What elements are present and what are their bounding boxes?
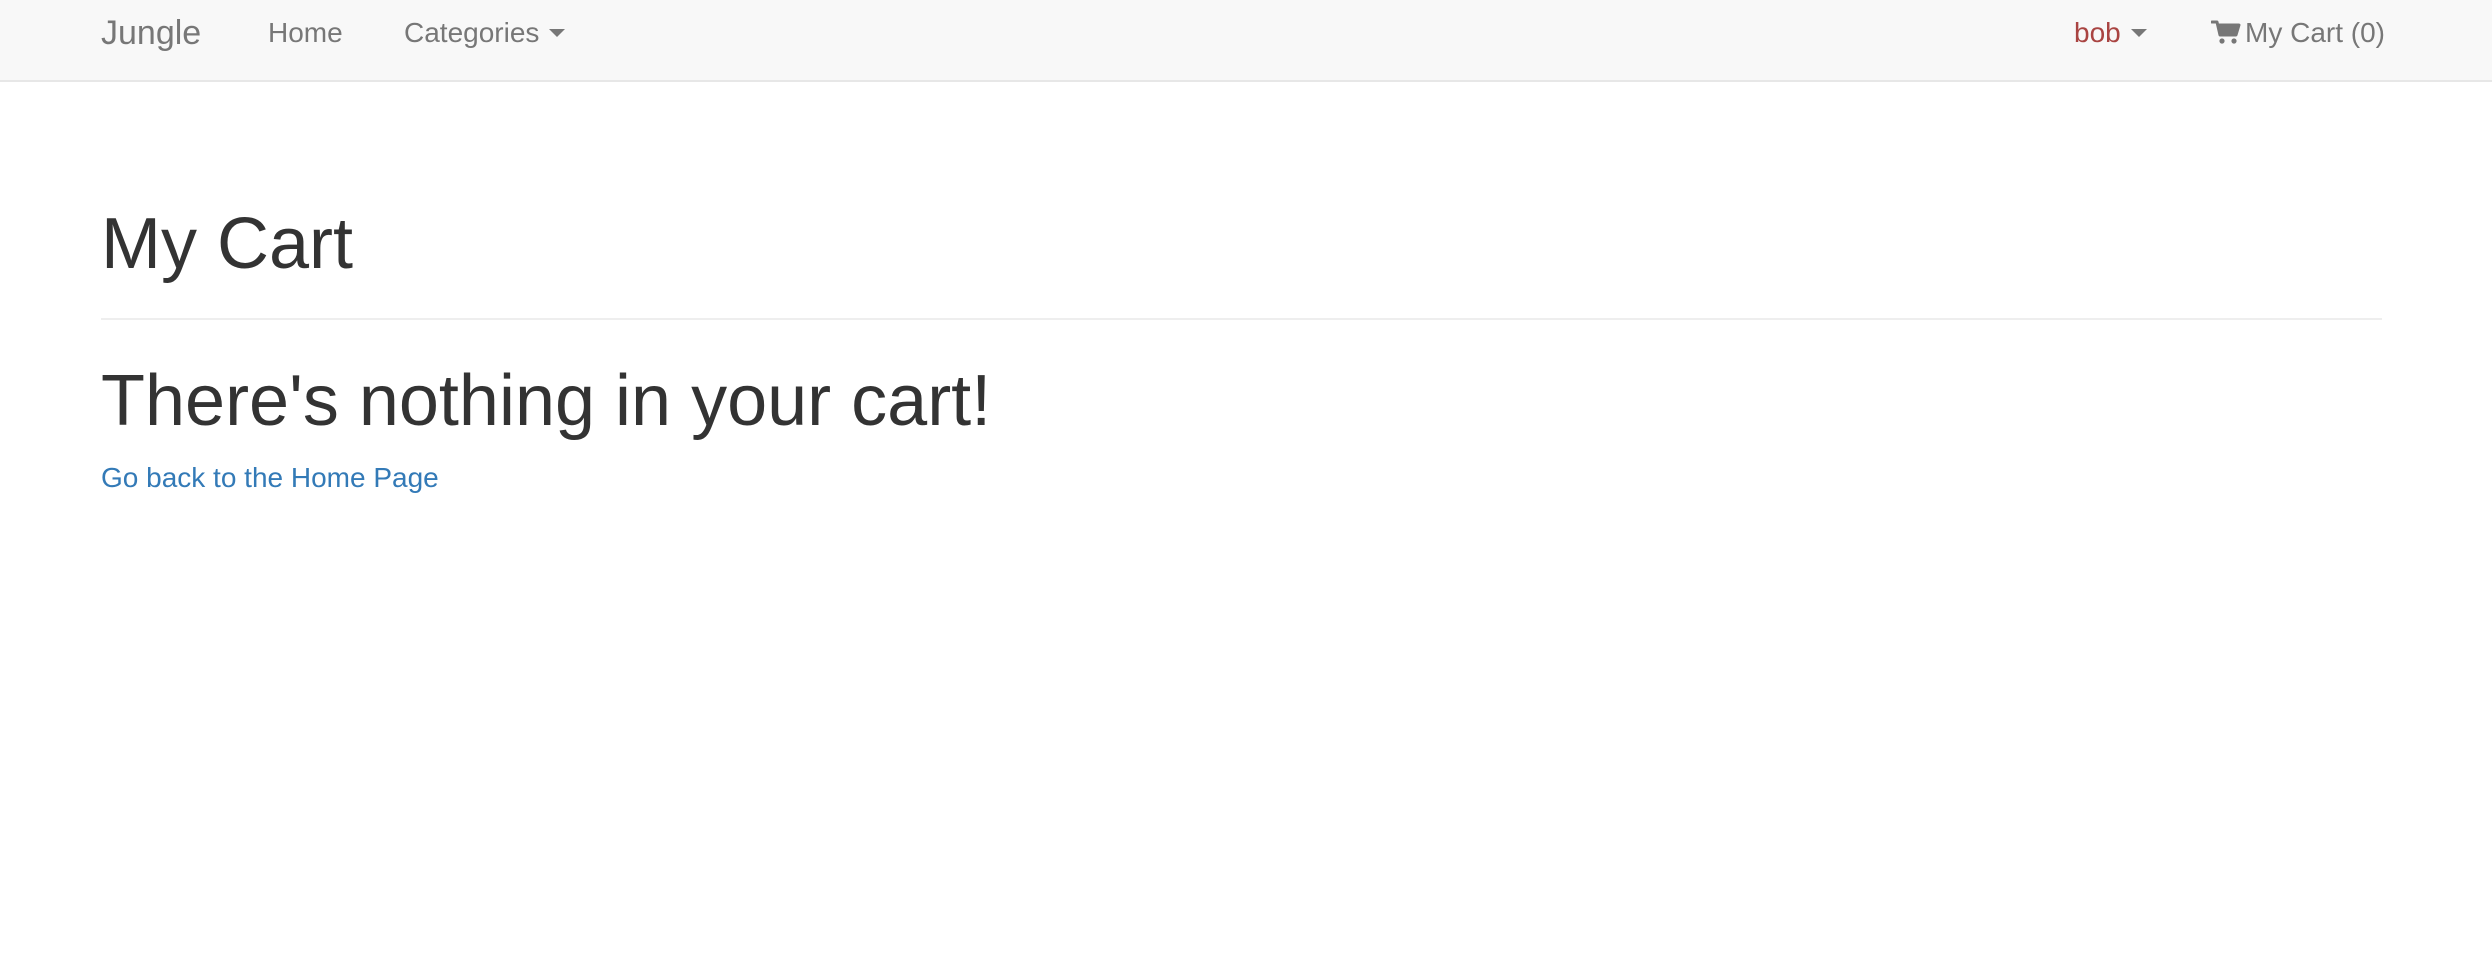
page-title: My Cart <box>101 204 353 284</box>
caret-down-icon <box>549 28 566 37</box>
user-name-label: bob <box>2074 17 2121 48</box>
empty-cart-message: There's nothing in your cart! <box>101 361 992 441</box>
back-to-home-link[interactable]: Go back to the Home Page <box>101 458 439 498</box>
navbar: Jungle Home Categories bob My Cart (0) <box>0 0 2492 82</box>
brand-link[interactable]: Jungle <box>101 0 201 66</box>
nav-categories-dropdown[interactable]: Categories <box>404 0 566 66</box>
title-divider <box>101 318 2382 320</box>
nav-home-link[interactable]: Home <box>268 0 343 66</box>
shopping-cart-icon <box>2211 20 2241 44</box>
caret-down-icon <box>2130 28 2147 37</box>
cart-link[interactable]: My Cart (0) <box>2211 0 2385 66</box>
user-menu-dropdown[interactable]: bob <box>2074 0 2147 66</box>
cart-label: My Cart (0) <box>2245 17 2385 48</box>
nav-categories-label: Categories <box>404 17 540 48</box>
